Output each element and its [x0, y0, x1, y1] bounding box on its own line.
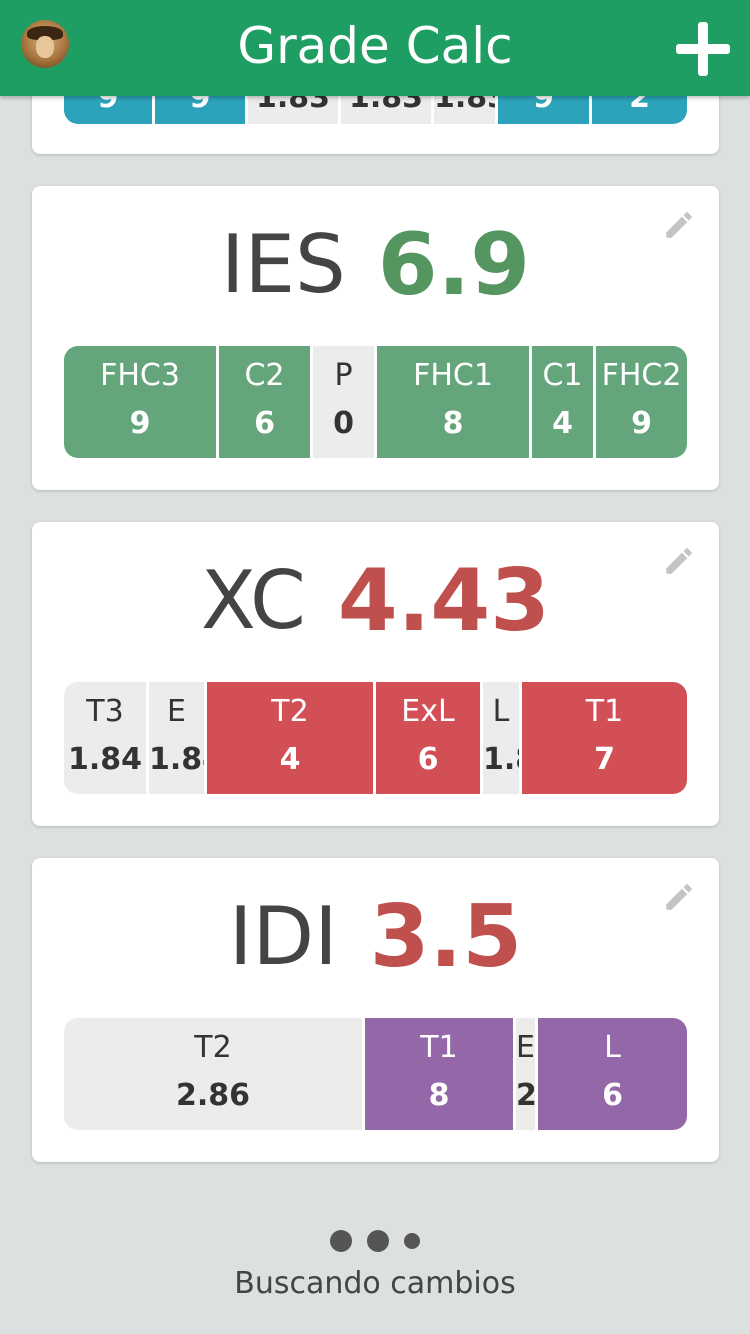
grade-segment[interactable]: FHC3 9	[64, 346, 216, 458]
segment-label: L	[492, 694, 510, 729]
segment-value: 1.84	[149, 742, 204, 777]
segment-label: P	[334, 358, 353, 393]
card-header: XC 4.43	[32, 546, 719, 656]
loading-indicator	[0, 1230, 750, 1260]
segment-label: ExL	[401, 694, 455, 729]
segment-value: 8	[428, 1078, 450, 1113]
subject-grade: 4.43	[337, 551, 551, 651]
app-title: Grade Calc	[237, 17, 513, 75]
grade-bar: T2 2.86 T1 8 E 2 L 6	[64, 1018, 687, 1130]
grade-segment[interactable]: T2 2.86	[64, 1018, 362, 1130]
segment-label: L	[604, 1030, 621, 1065]
grade-segment[interactable]: T2 4	[207, 682, 373, 794]
subject-card-ies[interactable]: IES 6.9 FHC3 9 C2 6 P 0 FHC1 8 C1 4 FHC2 …	[32, 186, 719, 490]
segment-label: T3	[86, 694, 124, 729]
loading-dot	[329, 1230, 352, 1252]
app-bar: Grade Calc	[0, 0, 750, 96]
grade-segment[interactable]: P 0	[313, 346, 374, 458]
grade-bar: FHC3 9 C2 6 P 0 FHC1 8 C1 4 FHC2 9	[64, 346, 687, 458]
subject-card-idi[interactable]: IDI 3.5 T2 2.86 T1 8 E 2 L 6	[32, 858, 719, 1162]
grade-segment[interactable]: E 2	[516, 1018, 535, 1130]
segment-label: T2	[271, 694, 309, 729]
subject-card-xc[interactable]: XC 4.43 T3 1.84 E 1.84 T2 4 ExL 6 L 1.84 …	[32, 522, 719, 826]
grade-segment[interactable]: L 1.84	[483, 682, 519, 794]
grade-segment[interactable]: C2 6	[219, 346, 310, 458]
grade-segment[interactable]: L 6	[538, 1018, 687, 1130]
segment-value: 2.86	[175, 1078, 251, 1113]
grade-segment[interactable]: T1 8	[365, 1018, 513, 1130]
card-header: IDI 3.5	[32, 882, 719, 992]
segment-label: FHC2	[601, 358, 682, 393]
segment-value: 6	[417, 742, 439, 777]
subject-name: IES	[220, 218, 346, 311]
grade-segment[interactable]: E 1.84	[149, 682, 204, 794]
add-icon[interactable]	[676, 22, 730, 76]
grade-segment[interactable]: FHC2 9	[596, 346, 687, 458]
segment-value: 1.84	[483, 742, 519, 777]
segment-label: FHC3	[100, 358, 180, 393]
card-header: IES 6.9	[32, 210, 719, 320]
segment-value: 1.84	[67, 742, 143, 777]
grade-segment[interactable]: FHC1 8	[377, 346, 529, 458]
subject-grade: 3.5	[369, 887, 523, 987]
segment-value: 6	[602, 1078, 623, 1113]
segment-label: T1	[585, 694, 624, 729]
segment-label: E	[516, 1030, 535, 1065]
segment-value: 8	[442, 406, 464, 441]
segment-value: 9	[129, 406, 151, 441]
segment-value: 4	[279, 742, 301, 777]
pencil-icon[interactable]	[662, 208, 696, 242]
segment-label: C2	[244, 358, 285, 393]
grade-segment[interactable]: T1 7	[522, 682, 687, 794]
segment-value: 9	[631, 406, 652, 441]
segment-value: 0	[333, 406, 354, 441]
segment-label: T1	[420, 1030, 458, 1065]
grade-segment[interactable]: ExL 6	[376, 682, 480, 794]
segment-value: 2	[516, 1078, 535, 1113]
pencil-icon[interactable]	[662, 544, 696, 578]
subject-name: IDI	[228, 890, 338, 983]
segment-label: C1	[542, 358, 583, 393]
segment-value: 7	[594, 742, 615, 777]
segment-label: FHC1	[413, 358, 493, 393]
segment-label: E	[167, 694, 186, 729]
subject-grade: 6.9	[377, 215, 531, 315]
segment-label: T2	[194, 1030, 232, 1065]
status-text: Buscando cambios	[234, 1266, 516, 1301]
grade-segment[interactable]: C1 4	[532, 346, 593, 458]
pencil-icon[interactable]	[662, 880, 696, 914]
segment-value: 6	[254, 406, 275, 441]
grade-bar: T3 1.84 E 1.84 T2 4 ExL 6 L 1.84 T1 7	[64, 682, 687, 794]
loading-dot	[367, 1230, 389, 1252]
grade-segment[interactable]: T3 1.84	[64, 682, 146, 794]
segment-value: 4	[552, 406, 573, 441]
subject-name: XC	[200, 554, 306, 647]
loading-dot	[404, 1233, 421, 1249]
